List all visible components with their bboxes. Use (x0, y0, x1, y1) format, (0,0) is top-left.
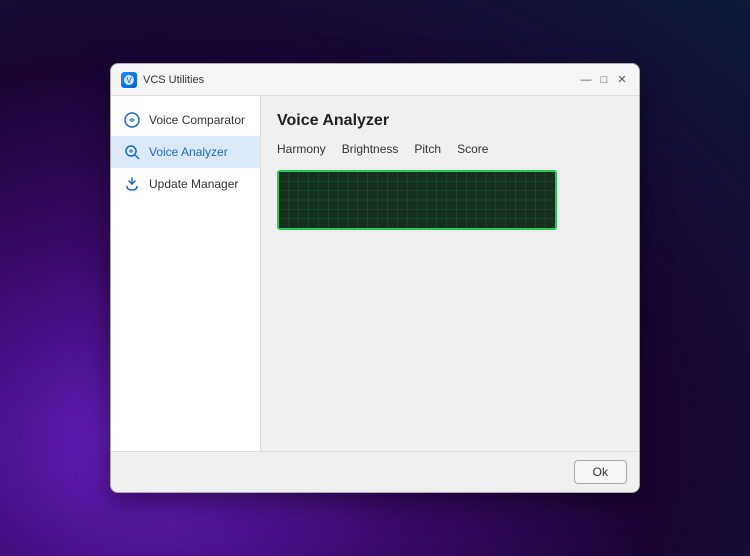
tab-score[interactable]: Score (457, 140, 488, 158)
close-button[interactable]: ✕ (615, 73, 629, 87)
maximize-button[interactable]: □ (597, 73, 611, 87)
sidebar-label-voice-comparator: Voice Comparator (149, 113, 245, 127)
minimize-button[interactable]: — (579, 73, 593, 87)
sidebar: Voice Comparator Voice Analyzer (111, 96, 261, 451)
window-controls: — □ ✕ (579, 73, 629, 87)
tab-harmony[interactable]: Harmony (277, 140, 326, 158)
page-title: Voice Analyzer (277, 112, 623, 130)
tab-brightness[interactable]: Brightness (342, 140, 399, 158)
ok-button[interactable]: Ok (574, 460, 627, 484)
sidebar-item-update-manager[interactable]: Update Manager (111, 168, 260, 200)
footer: Ok (111, 451, 639, 492)
visualizer (277, 170, 557, 230)
visualizer-grid (279, 172, 555, 228)
main-panel: Voice Analyzer Harmony Brightness Pitch … (261, 96, 639, 451)
svg-text:V: V (126, 76, 132, 85)
main-window: V VCS Utilities — □ ✕ Voice Comparator (110, 63, 640, 493)
sidebar-label-update-manager: Update Manager (149, 177, 238, 191)
titlebar: V VCS Utilities — □ ✕ (111, 64, 639, 96)
sidebar-label-voice-analyzer: Voice Analyzer (149, 145, 228, 159)
voice-analyzer-icon (123, 143, 141, 161)
content-area: Voice Comparator Voice Analyzer (111, 96, 639, 451)
app-icon: V (121, 72, 137, 88)
tab-pitch[interactable]: Pitch (414, 140, 441, 158)
tab-bar: Harmony Brightness Pitch Score (277, 140, 623, 158)
update-manager-icon (123, 175, 141, 193)
sidebar-item-voice-comparator[interactable]: Voice Comparator (111, 104, 260, 136)
voice-comparator-icon (123, 111, 141, 129)
window-title: VCS Utilities (143, 74, 579, 86)
sidebar-item-voice-analyzer[interactable]: Voice Analyzer (111, 136, 260, 168)
